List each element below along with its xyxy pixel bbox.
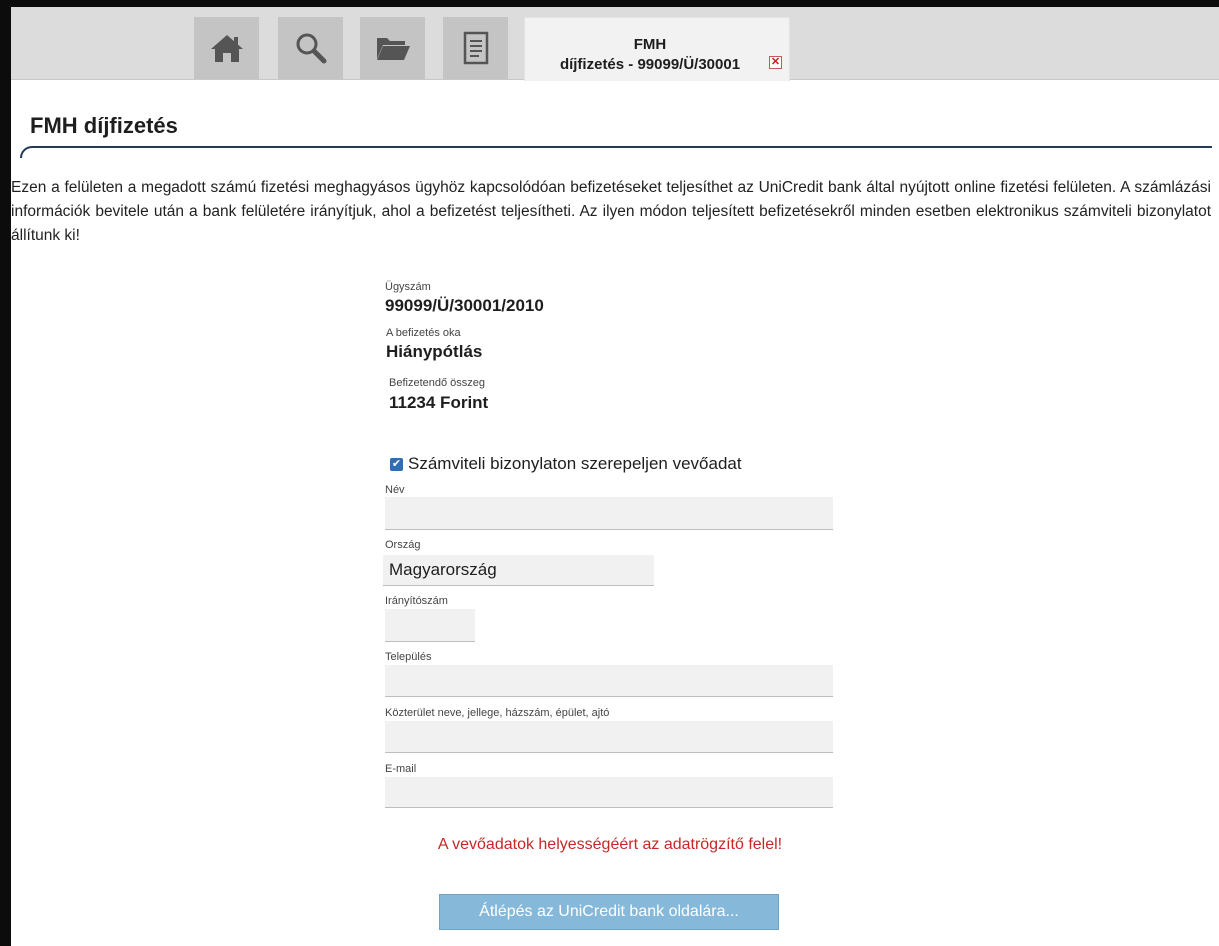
tab-title: FMH díjfizetés - 99099/Ü/30001	[525, 35, 775, 75]
document-icon	[463, 31, 488, 65]
close-icon[interactable]: ✕	[769, 56, 782, 69]
buyer-data-checkbox-label: Számviteli bizonylaton szerepeljen vevőa…	[408, 454, 742, 473]
payment-reason-value: Hiánypótlás	[386, 342, 483, 361]
home-icon	[210, 35, 243, 62]
search-tab[interactable]	[278, 17, 343, 79]
email-input[interactable]	[385, 777, 833, 808]
title-divider	[20, 146, 1212, 158]
go-to-unicredit-button[interactable]: Átlépés az UniCredit bank oldalára...	[439, 894, 779, 930]
name-input[interactable]	[385, 497, 833, 530]
folder-icon	[376, 38, 410, 60]
buyer-data-warning: A vevőadatok helyességéért az adatrögzít…	[437, 836, 783, 853]
page-title: FMH díjfizetés	[30, 113, 178, 138]
street-input[interactable]	[385, 721, 833, 753]
case-number-label: Ügyszám	[385, 281, 431, 293]
city-label: Település	[385, 651, 432, 663]
intro-text: Ezen a felületen a megadott számú fizeté…	[11, 179, 1211, 244]
window-frame-top	[0, 0, 1219, 7]
tab-fmh-dijfizetes[interactable]: FMH díjfizetés - 99099/Ü/30001 ✕	[524, 17, 790, 81]
window-frame-left	[0, 0, 11, 946]
tab-bar: FMH díjfizetés - 99099/Ü/30001 ✕	[11, 7, 1219, 81]
name-label: Név	[385, 484, 405, 496]
amount-value: 11234 Forint	[389, 393, 489, 412]
buyer-data-checkbox[interactable]: ✔	[390, 457, 403, 471]
zip-label: Irányítószám	[385, 595, 448, 607]
search-icon	[296, 33, 326, 64]
amount-label: Befizetendő összeg	[389, 377, 486, 389]
folder-tab[interactable]	[360, 17, 425, 79]
zip-input[interactable]	[385, 609, 475, 642]
tab-title-line2: díjfizetés - 99099/Ü/30001	[559, 56, 741, 73]
document-tab[interactable]	[443, 17, 508, 79]
home-tab[interactable]	[194, 17, 259, 79]
country-input[interactable]	[383, 555, 654, 586]
city-input[interactable]	[385, 665, 833, 697]
payment-reason-label: A befizetés oka	[386, 327, 461, 339]
buyer-data-checkbox-row[interactable]: ✔ Számviteli bizonylaton szerepeljen vev…	[390, 454, 742, 474]
country-label: Ország	[385, 539, 421, 551]
tab-title-line1: FMH	[633, 36, 667, 53]
email-label: E-mail	[385, 763, 417, 775]
case-number-value: 99099/Ü/30001/2010	[385, 296, 544, 315]
street-label: Közterület neve, jellege, házszám, épüle…	[385, 707, 610, 719]
